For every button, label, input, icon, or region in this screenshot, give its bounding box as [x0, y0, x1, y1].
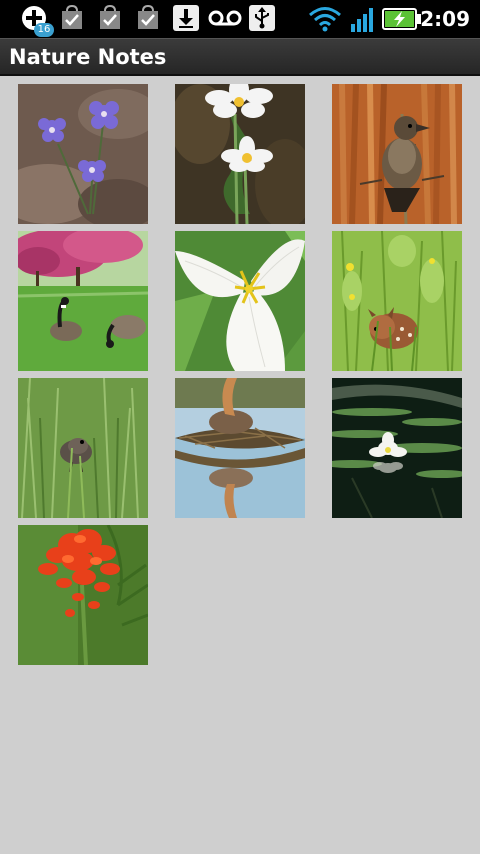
photo-water-lily[interactable] — [332, 378, 462, 518]
signal-icon — [350, 8, 376, 36]
usb-icon — [249, 5, 275, 35]
photo-bloodroot-flowers[interactable] — [175, 84, 305, 224]
photo-grebe-on-nest[interactable] — [175, 378, 305, 518]
battery-charging-icon — [382, 8, 422, 34]
market-update-icon — [60, 4, 84, 35]
photo-fawn-in-grass[interactable] — [332, 231, 462, 371]
notification-count-badge: 16 — [34, 23, 54, 37]
app-title-bar: Nature Notes — [0, 38, 480, 76]
market-update-icon — [136, 4, 160, 35]
status-bar[interactable]: 16 2:09 — [0, 0, 480, 38]
photo-indian-paintbrush[interactable] — [18, 525, 148, 665]
photo-fledgling-in-grass[interactable] — [18, 378, 148, 518]
voicemail-icon — [208, 9, 242, 31]
photo-hepatica-flowers[interactable] — [18, 84, 148, 224]
download-icon — [173, 5, 199, 35]
photo-canada-geese[interactable] — [18, 231, 148, 371]
market-update-icon — [98, 4, 122, 35]
photo-trillium-flower[interactable] — [175, 231, 305, 371]
clock: 2:09 — [420, 7, 470, 31]
wifi-icon — [308, 6, 342, 36]
page-title: Nature Notes — [9, 45, 167, 69]
photo-blackbird-on-reeds[interactable] — [332, 84, 462, 224]
